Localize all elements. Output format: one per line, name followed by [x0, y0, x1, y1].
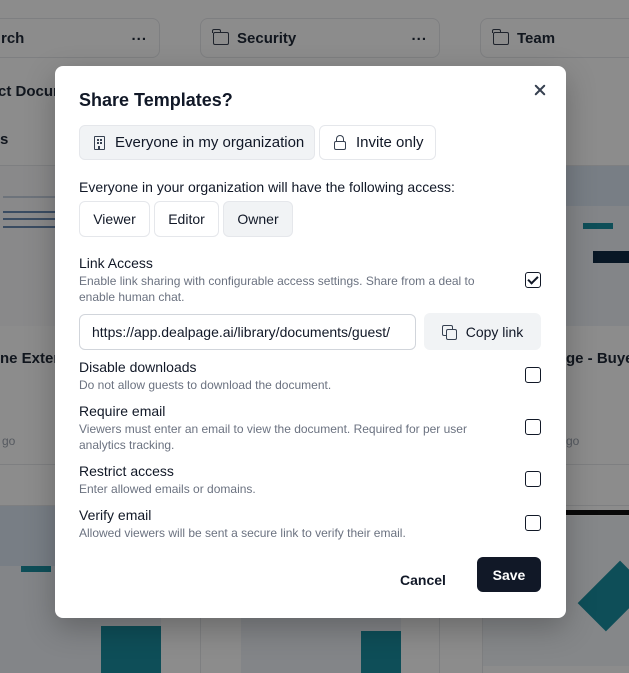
share-link-input[interactable] — [79, 314, 416, 350]
verify-email-description: Allowed viewers will be sent a secure li… — [79, 526, 406, 540]
disable-downloads-checkbox[interactable] — [525, 367, 541, 383]
require-email-checkbox[interactable] — [525, 419, 541, 435]
restrict-access-description: Enter allowed emails or domains. — [79, 482, 256, 496]
scope-invite-only-button[interactable]: Invite only — [319, 125, 436, 160]
require-email-title: Require email — [79, 403, 166, 419]
close-icon[interactable] — [532, 82, 548, 98]
disable-downloads-title: Disable downloads — [79, 359, 197, 375]
save-button[interactable]: Save — [477, 557, 541, 592]
copy-link-label: Copy link — [465, 323, 524, 340]
role-viewer-button[interactable]: Viewer — [79, 201, 150, 237]
role-editor-button[interactable]: Editor — [154, 201, 219, 237]
verify-email-checkbox[interactable] — [525, 515, 541, 531]
link-access-title: Link Access — [79, 255, 153, 271]
link-access-description: Enable link sharing with configurable ac… — [79, 274, 475, 304]
scope-everyone-button[interactable]: Everyone in my organization — [79, 125, 315, 160]
copy-icon — [441, 324, 457, 340]
require-email-description: Viewers must enter an email to view the … — [79, 422, 467, 452]
restrict-access-checkbox[interactable] — [525, 471, 541, 487]
copy-link-button[interactable]: Copy link — [424, 313, 541, 350]
share-templates-dialog: Share Templates? Everyone in my organiza… — [55, 66, 566, 618]
scope-invite-only-label: Invite only — [356, 134, 424, 151]
access-description: Everyone in your organization will have … — [79, 179, 455, 195]
restrict-access-title: Restrict access — [79, 463, 174, 479]
cancel-button[interactable]: Cancel — [400, 565, 446, 595]
scope-everyone-label: Everyone in my organization — [115, 134, 305, 151]
disable-downloads-description: Do not allow guests to download the docu… — [79, 378, 332, 392]
building-icon — [94, 135, 105, 150]
link-access-checkbox[interactable] — [525, 272, 541, 288]
verify-email-title: Verify email — [79, 507, 152, 523]
lock-icon — [334, 134, 346, 150]
dialog-title: Share Templates? — [79, 90, 233, 110]
role-owner-button[interactable]: Owner — [223, 201, 293, 237]
